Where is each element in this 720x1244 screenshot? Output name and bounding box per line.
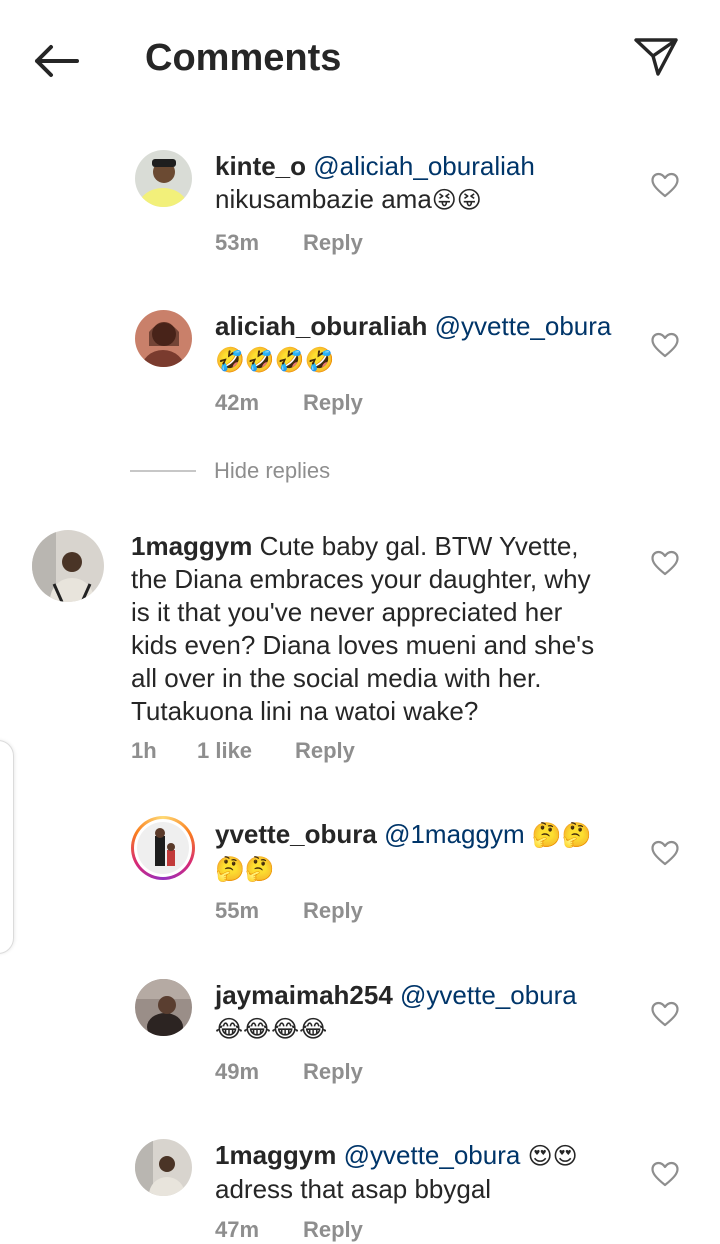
comment-meta: 1h 1 like Reply <box>131 738 355 764</box>
like-heart-icon[interactable] <box>651 172 679 198</box>
avatar[interactable] <box>32 530 104 602</box>
comment-text-line: is it that you've never appreciated her <box>131 597 563 627</box>
comment-time: 47m <box>215 1217 260 1242</box>
comment-username[interactable]: 1maggym <box>215 1140 336 1170</box>
comment-text: adress that asap bbygal <box>215 1174 492 1204</box>
like-heart-icon[interactable] <box>651 840 679 866</box>
comment-text-line: Cute baby gal. BTW Yvette, <box>252 531 579 561</box>
comment-item: kinte_o @aliciah_oburaliah nikusambazie … <box>0 148 720 278</box>
comment-emoji: 😝😝 <box>431 186 482 214</box>
comment-meta: 47m Reply <box>215 1217 363 1243</box>
comment-emoji: 🤣🤣🤣🤣 <box>215 346 335 374</box>
comment-body: yvette_obura @1maggym 🤔🤔 🤔🤔 <box>215 818 645 886</box>
comment-body: 1maggym @yvette_obura 😍😍 adress that asa… <box>215 1139 645 1206</box>
comment-mention[interactable]: @yvette_obura <box>344 1140 521 1170</box>
reply-button[interactable]: Reply <box>303 230 363 256</box>
like-heart-icon[interactable] <box>651 550 679 576</box>
comment-body: aliciah_oburaliah @yvette_obura 🤣🤣🤣🤣 <box>215 310 645 377</box>
reply-button[interactable]: Reply <box>295 738 355 764</box>
comment-meta: 55m Reply <box>215 898 363 924</box>
comment-emoji: 😂😂😂😂 <box>215 1015 328 1043</box>
comment-username[interactable]: aliciah_oburaliah <box>215 311 427 341</box>
comment-body: kinte_o @aliciah_oburaliah nikusambazie … <box>215 150 645 217</box>
reply-button[interactable]: Reply <box>303 898 363 924</box>
comment-meta: 53m Reply <box>215 230 363 256</box>
comment-item: yvette_obura @1maggym 🤔🤔 🤔🤔 55m Reply <box>0 816 720 946</box>
comment-item: aliciah_oburaliah @yvette_obura 🤣🤣🤣🤣 42m… <box>0 308 720 438</box>
avatar[interactable] <box>135 979 192 1036</box>
back-button[interactable] <box>26 36 86 86</box>
comment-username[interactable]: jaymaimah254 <box>215 980 393 1010</box>
comment-emoji: 🤔🤔 <box>215 855 275 883</box>
page-title: Comments <box>145 37 342 79</box>
comment-time: 42m <box>215 390 260 415</box>
reply-button[interactable]: Reply <box>303 390 363 416</box>
comment-text-line: all over in the social media with her. <box>131 663 542 693</box>
avatar[interactable] <box>135 310 192 367</box>
avatar[interactable] <box>135 1139 192 1196</box>
avatar <box>137 822 189 874</box>
comment-mention[interactable]: @yvette_obura <box>400 980 577 1010</box>
comment-text: nikusambazie ama <box>215 184 432 214</box>
comment-emoji: 🤔🤔 <box>531 821 592 849</box>
avatar[interactable] <box>135 150 192 207</box>
comment-time: 1h <box>131 738 157 763</box>
paper-plane-icon <box>634 38 678 76</box>
hide-replies-toggle[interactable]: Hide replies <box>130 456 330 486</box>
comment-username[interactable]: yvette_obura <box>215 819 377 849</box>
comment-text-line: the Diana embraces your daughter, why <box>131 564 591 594</box>
comment-meta: 42m Reply <box>215 390 363 416</box>
comment-body: 1maggym Cute baby gal. BTW Yvette, the D… <box>131 530 631 728</box>
comment-item: 1maggym @yvette_obura 😍😍 adress that asa… <box>0 1137 720 1244</box>
comment-item: jaymaimah254 @yvette_obura 😂😂😂😂 49m Repl… <box>0 977 720 1107</box>
like-heart-icon[interactable] <box>651 332 679 358</box>
comment-username[interactable]: kinte_o <box>215 151 306 181</box>
comments-header: Comments <box>0 0 720 118</box>
likes-count[interactable]: 1 like <box>197 738 295 764</box>
comment-time: 55m <box>215 898 260 923</box>
arrow-left-icon <box>35 45 79 77</box>
comment-meta: 49m Reply <box>215 1059 363 1085</box>
edge-panel-handle[interactable] <box>0 740 14 954</box>
comment-mention[interactable]: @yvette_obura <box>435 311 612 341</box>
share-button[interactable] <box>628 30 684 82</box>
comment-mention[interactable]: @1maggym <box>384 819 525 849</box>
comment-text-line: kids even? Diana loves mueni and she's <box>131 630 595 660</box>
comment-username[interactable]: 1maggym <box>131 531 252 561</box>
comment-emoji: 😍😍 <box>527 1142 578 1170</box>
comment-time: 49m <box>215 1059 260 1084</box>
reply-button[interactable]: Reply <box>303 1059 363 1085</box>
comment-body: jaymaimah254 @yvette_obura 😂😂😂😂 <box>215 979 645 1046</box>
like-heart-icon[interactable] <box>651 1161 679 1187</box>
comment-mention[interactable]: @aliciah_oburaliah <box>313 151 535 181</box>
comment-text-line: Tutakuona lini na watoi wake? <box>131 696 479 726</box>
hide-replies-label[interactable]: Hide replies <box>214 458 330 484</box>
divider-line <box>130 470 196 472</box>
avatar-story-ring[interactable] <box>131 816 195 880</box>
comment-time: 53m <box>215 230 260 255</box>
comment-item: 1maggym Cute baby gal. BTW Yvette, the D… <box>0 528 720 778</box>
reply-button[interactable]: Reply <box>303 1217 363 1243</box>
like-heart-icon[interactable] <box>651 1001 679 1027</box>
